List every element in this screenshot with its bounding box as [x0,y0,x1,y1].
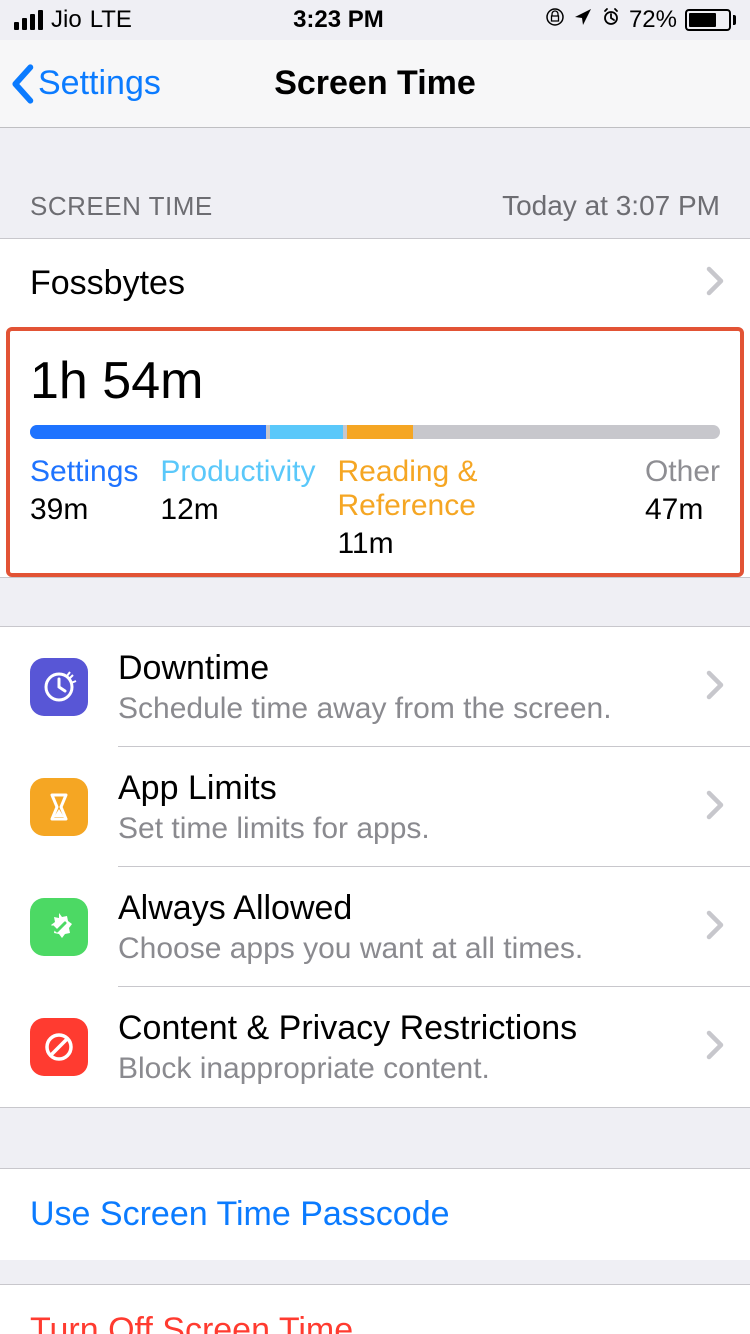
section-header-screen-time: SCREEN TIME Today at 3:07 PM [0,128,750,238]
option-row-restrictions[interactable]: Content & Privacy Restrictions Block inap… [0,987,750,1107]
actions-group: Use Screen Time Passcode Turn Off Screen… [0,1168,750,1334]
option-title: Downtime [118,649,612,688]
status-left: Jio LTE [14,6,132,34]
usage-group: Fossbytes 1h 54m Settings 39m Productivity… [0,238,750,578]
app-limits-icon [30,778,88,836]
bar-segment-cyan [270,425,343,439]
legend-item-orange: Reading & Reference 11m [337,455,623,561]
legend-item-blue: Settings 39m [30,455,138,561]
legend-label: Other [645,455,720,489]
option-title: App Limits [118,769,430,808]
legend-item-cyan: Productivity 12m [160,455,315,561]
chevron-left-icon [10,64,34,104]
legend-value: 39m [30,493,138,527]
back-label: Settings [38,64,161,103]
usage-bar-chart [30,425,720,439]
turn-off-button[interactable]: Turn Off Screen Time [0,1284,750,1334]
option-row-always-allowed[interactable]: Always Allowed Choose apps you want at al… [0,867,750,987]
legend-label: Reading & Reference [337,455,623,523]
nav-bar: Settings Screen Time [0,40,750,128]
legend-label: Settings [30,455,138,489]
bar-segment-gray [417,425,701,439]
option-subtitle: Set time limits for apps. [118,812,430,846]
chevron-right-icon [706,910,724,945]
downtime-icon [30,658,88,716]
location-icon [573,6,593,34]
option-row-app-limits[interactable]: App Limits Set time limits for apps. [0,747,750,867]
total-usage: 1h 54m [30,351,720,425]
status-right: 72% [545,6,736,34]
chevron-right-icon [706,670,724,705]
status-time: 3:23 PM [293,6,384,34]
usage-legend: Settings 39m Productivity 12m Reading & Refe… [30,455,720,561]
legend-item-gray: Other 47m [645,455,720,561]
bar-segment-orange [347,425,414,439]
device-row[interactable]: Fossbytes [0,239,750,327]
orientation-lock-icon [545,6,565,34]
battery-pct: 72% [629,6,677,34]
network-label: LTE [90,6,132,34]
page-title: Screen Time [274,64,476,103]
battery-icon [685,9,736,31]
signal-strength-icon [14,10,43,30]
restrictions-icon [30,1018,88,1076]
option-title: Content & Privacy Restrictions [118,1009,577,1048]
option-row-downtime[interactable]: Downtime Schedule time away from the scre… [0,627,750,747]
option-subtitle: Schedule time away from the screen. [118,692,612,726]
chevron-right-icon [706,1030,724,1065]
option-title: Always Allowed [118,889,583,928]
legend-value: 47m [645,493,720,527]
back-button[interactable]: Settings [10,64,161,104]
status-bar: Jio LTE 3:23 PM 72% [0,0,750,40]
legend-value: 11m [337,527,623,561]
always-allowed-icon [30,898,88,956]
legend-value: 12m [160,493,315,527]
bar-segment-blue [30,425,266,439]
use-passcode-button[interactable]: Use Screen Time Passcode [0,1168,750,1260]
legend-label: Productivity [160,455,315,489]
carrier-label: Jio [51,6,82,34]
chevron-right-icon [706,790,724,825]
device-name: Fossbytes [30,264,185,303]
section-title: SCREEN TIME [30,191,213,222]
alarm-icon [601,6,621,34]
turn-off-label: Turn Off Screen Time [30,1311,353,1334]
section-timestamp: Today at 3:07 PM [502,190,720,222]
option-subtitle: Choose apps you want at all times. [118,932,583,966]
options-group: Downtime Schedule time away from the scre… [0,626,750,1108]
use-passcode-label: Use Screen Time Passcode [30,1195,450,1233]
option-subtitle: Block inappropriate content. [118,1052,577,1086]
usage-summary-box[interactable]: 1h 54m Settings 39m Productivity 12m Reading… [6,327,744,577]
chevron-right-icon [706,266,724,301]
